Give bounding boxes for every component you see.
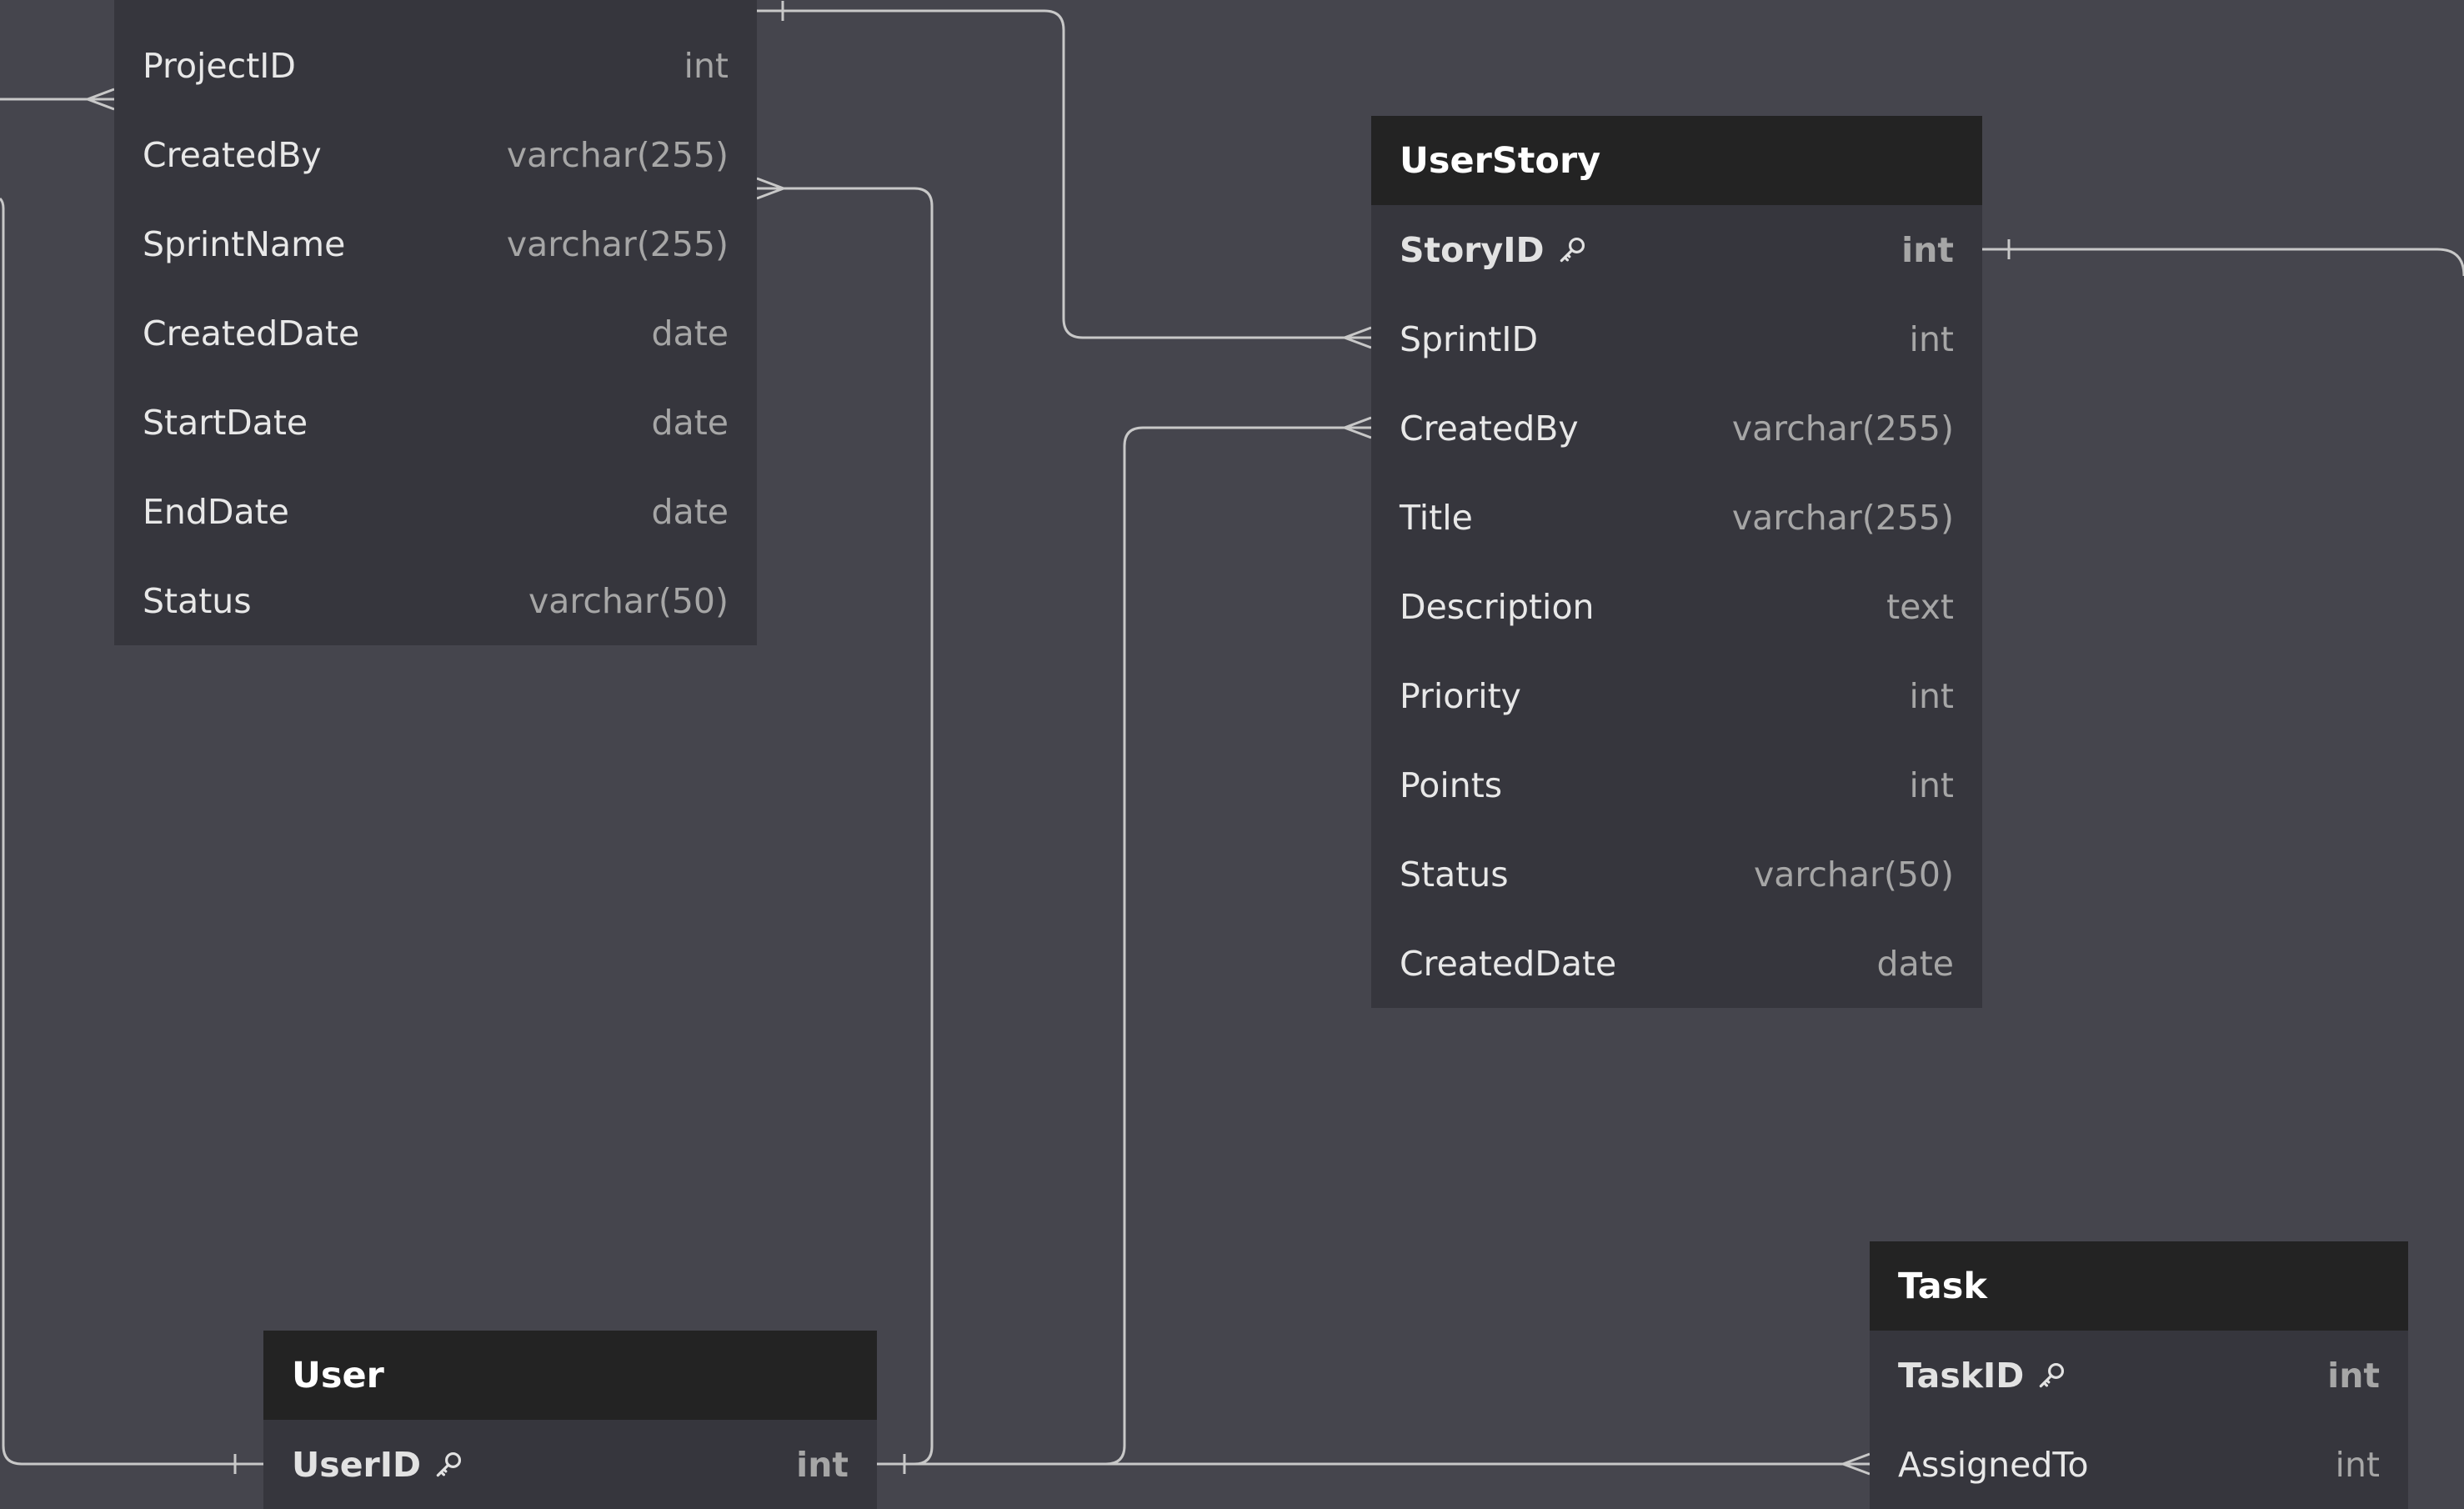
userstory-field-row[interactable]: Title varchar(255) [1371,473,1982,562]
field-name-text: Priority [1400,675,1521,716]
userstory-field-row[interactable]: Description text [1371,562,1982,651]
field-type: int [1901,229,1954,270]
field-name: ProjectID [143,46,296,86]
field-type: date [651,402,729,443]
table-user[interactable]: User UserID int [263,1331,877,1509]
relation-sprint-userstory[interactable] [757,1,1372,349]
field-type: int [1909,318,1954,359]
field-type: int [2327,1355,2380,1396]
field-name-text: TaskID [1898,1355,2025,1396]
userstory-field-row[interactable]: SprintID int [1371,294,1982,384]
field-name: TaskID [1898,1356,2067,1396]
sprint-field-row[interactable]: SprintName varchar(255) [114,199,757,288]
field-type: varchar(50) [1753,854,1954,895]
field-type: int [796,1444,849,1485]
sprint-field-row[interactable]: SprintIDint [114,0,757,21]
key-icon [1556,234,1588,266]
key-icon [433,1449,464,1481]
field-type: varchar(255) [506,134,729,175]
field-type: text [1886,586,1954,627]
task-table-title: Task [1870,1241,2408,1331]
sprint-field-row[interactable]: CreatedDate date [114,288,757,378]
userstory-field-row[interactable]: CreatedBy varchar(255) [1371,384,1982,473]
field-type: date [1876,943,1954,984]
table-sprint[interactable]: SprintIDint ProjectID int CreatedBy varchar(… [114,0,757,645]
sprint-field-row[interactable]: ProjectID int [114,21,757,110]
userstory-field-row[interactable]: Points int [1371,740,1982,830]
field-name-text: CreatedDate [143,313,360,353]
field-name: SprintID [1400,319,1538,359]
field-name-text: UserID [292,1444,422,1485]
key-icon [2036,1360,2067,1391]
field-name-text: Status [1400,854,1509,895]
field-name: Priority [1400,676,1521,716]
field-name: SprintName [143,224,345,264]
userstory-field-row[interactable]: StoryID int [1371,205,1982,294]
relation-user-task[interactable] [877,1452,1871,1476]
field-type: int [684,45,729,86]
field-name: Title [1400,498,1473,538]
field-type: varchar(255) [506,223,729,264]
userstory-table-title: UserStory [1371,116,1982,205]
field-name-text: EndDate [143,491,289,532]
sprint-field-row[interactable]: StartDate date [114,378,757,467]
field-name: EndDate [143,492,289,532]
relation-userstory-createdby-user[interactable] [877,416,1372,1466]
field-name: Status [143,581,252,621]
relation-project-sprint[interactable] [0,88,115,111]
relation-userstory-offscreen[interactable] [1982,239,2464,277]
field-name-text: Title [1400,497,1473,538]
field-name: CreatedDate [1400,944,1616,984]
field-name: Points [1400,765,1502,805]
relation-sprint-createdby-user[interactable] [756,177,934,1466]
user-field-row[interactable]: UserID int [263,1420,877,1509]
field-type: varchar(255) [1731,497,1954,538]
field-name-text: StoryID [1400,229,1545,270]
field-name-text: CreatedDate [1400,943,1617,984]
sprint-field-row[interactable]: EndDate date [114,467,757,556]
field-name: AssignedTo [1898,1445,2089,1485]
table-userstory[interactable]: UserStory StoryID int SprintID int CreatedBy v… [1371,116,1982,1008]
sprint-field-row[interactable]: Status varchar(50) [114,556,757,645]
field-name-text: SprintID [1400,318,1539,359]
table-task[interactable]: Task TaskID int AssignedTo int [1870,1241,2408,1509]
field-name: StartDate [143,403,308,443]
userstory-field-row[interactable]: Priority int [1371,651,1982,740]
field-type: int [1909,765,1954,805]
field-name-text: Points [1400,765,1503,805]
field-type: int [2335,1444,2380,1485]
field-name-text: AssignedTo [1898,1444,2089,1485]
field-name: CreatedBy [143,135,322,175]
field-name-text: CreatedBy [143,134,322,175]
field-name: StoryID [1400,230,1588,270]
field-name-text: Description [1400,586,1595,627]
task-field-row[interactable]: AssignedTo int [1870,1420,2408,1509]
field-name: Description [1400,587,1595,627]
field-name-text: Status [143,580,252,621]
sprint-field-row[interactable]: CreatedBy varchar(255) [114,110,757,199]
task-field-row[interactable]: TaskID int [1870,1331,2408,1420]
field-name: UserID [292,1445,464,1485]
userstory-field-row[interactable]: CreatedDate date [1371,919,1982,1008]
field-type: date [651,313,729,353]
user-table-title: User [263,1331,877,1420]
field-name-text: StartDate [143,402,308,443]
field-name-text: ProjectID [143,45,296,86]
field-name: CreatedBy [1400,409,1579,449]
field-type: varchar(50) [528,580,729,621]
field-name-text: CreatedBy [1400,408,1579,449]
userstory-field-row[interactable]: Status varchar(50) [1371,830,1982,919]
field-type: date [651,491,729,532]
field-name-text: SprintName [143,223,346,264]
field-name: Status [1400,855,1509,895]
field-type: int [1909,675,1954,716]
field-type: varchar(255) [1731,408,1954,449]
field-name: CreatedDate [143,313,359,353]
